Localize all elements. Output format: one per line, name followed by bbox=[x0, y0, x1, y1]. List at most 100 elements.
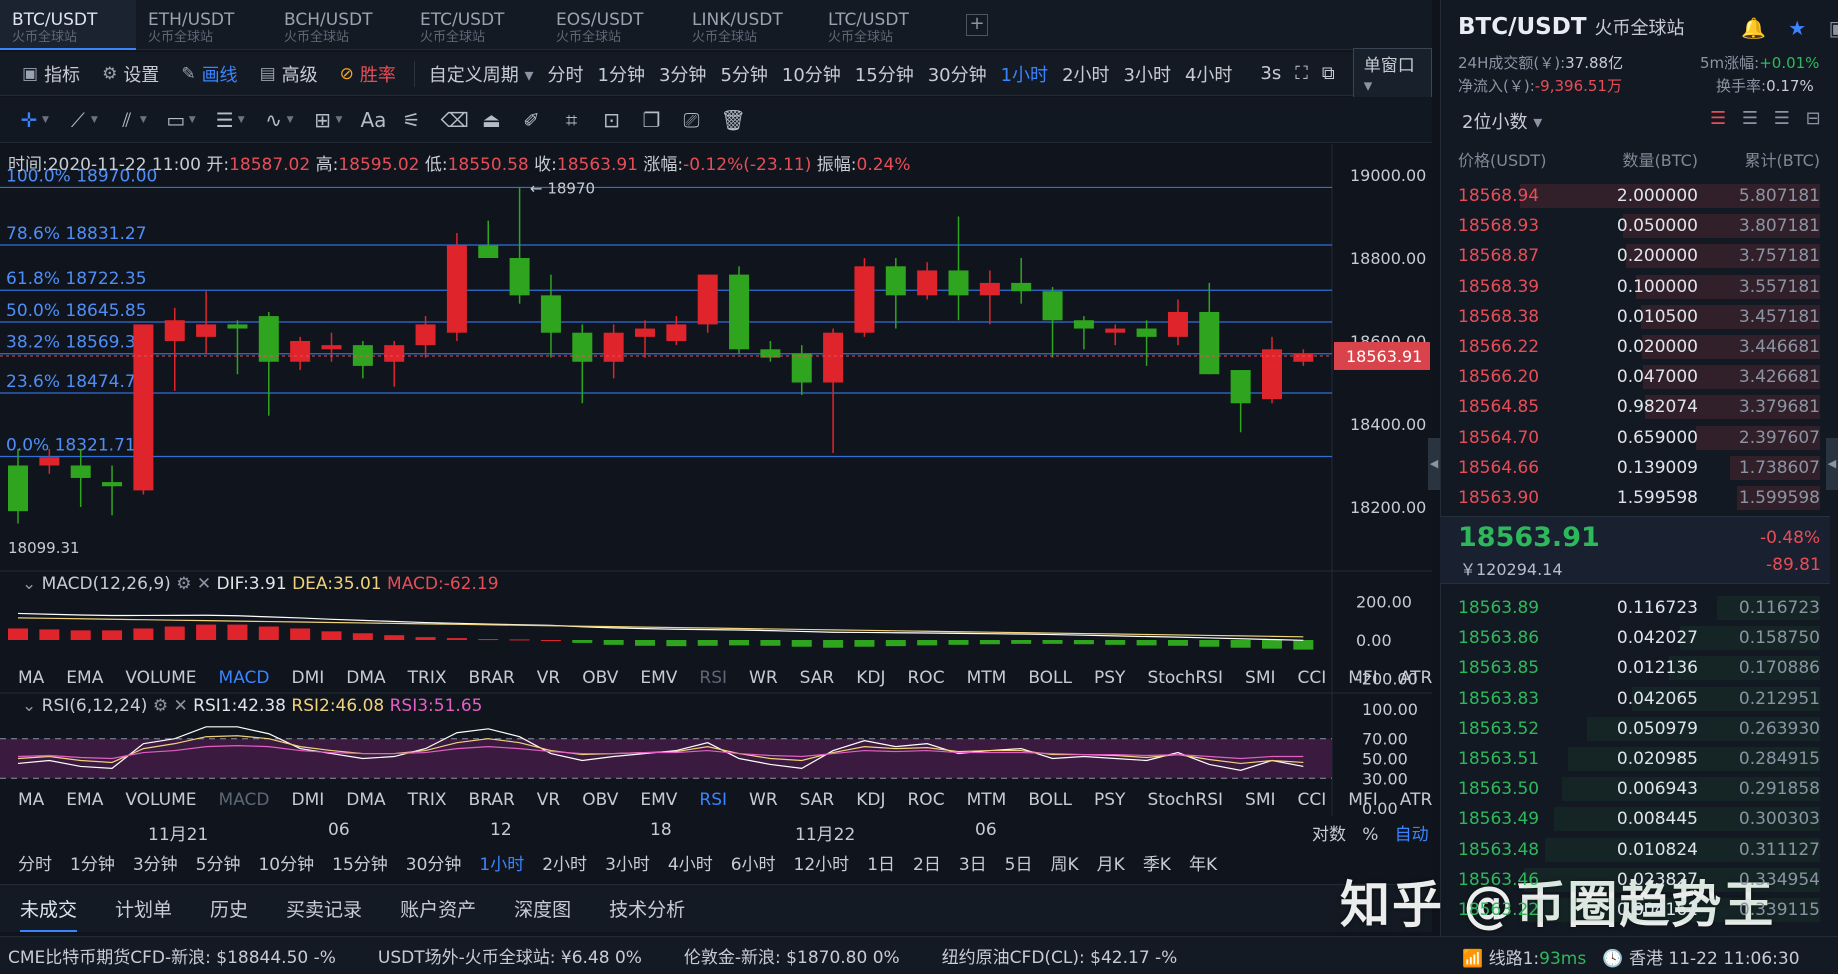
bottom-period-option[interactable]: 3日 bbox=[959, 850, 987, 875]
order-tab[interactable]: 历史 bbox=[210, 895, 248, 922]
indicator-tab[interactable]: SMI bbox=[1245, 790, 1275, 810]
indicator-tab[interactable]: MTM bbox=[967, 668, 1007, 688]
window-mode-select[interactable]: 单窗口 ▾ bbox=[1352, 48, 1432, 99]
period-option[interactable]: 1分钟 bbox=[598, 61, 645, 87]
chart-area[interactable]: 19000.00 18800.00 18600.00 18400.00 18200.00… bbox=[0, 144, 1432, 880]
auto-scale-toggle[interactable]: 自动 bbox=[1395, 825, 1429, 845]
orderbook-row[interactable]: 18568.87 0.200000 3.757181 bbox=[1458, 241, 1820, 271]
ticker-item[interactable]: CME比特币期货CFD-新浪: $18844.50 -% bbox=[8, 943, 336, 968]
period-option[interactable]: 10分钟 bbox=[782, 61, 841, 87]
indicator-tab[interactable]: SAR bbox=[800, 668, 835, 688]
lock-icon[interactable]: ⊡ bbox=[600, 108, 622, 132]
indicator-tab[interactable]: BRAR bbox=[469, 790, 515, 810]
order-tab[interactable]: 未成交 bbox=[20, 895, 78, 932]
indicator-tab[interactable]: SMI bbox=[1245, 668, 1275, 688]
text-tool-icon[interactable]: Aa bbox=[360, 108, 386, 132]
indicator-tab[interactable]: EMV bbox=[640, 668, 677, 688]
indicator-tab[interactable]: WR bbox=[749, 790, 778, 810]
refresh-interval[interactable]: 3s bbox=[1260, 63, 1281, 84]
order-tab[interactable]: 账户资产 bbox=[400, 895, 476, 922]
indicator-tab[interactable]: KDJ bbox=[856, 668, 885, 688]
indicator-tab[interactable]: SAR bbox=[800, 790, 835, 810]
indicator-tab[interactable]: DMI bbox=[292, 668, 325, 688]
orderbook-both-icon[interactable]: ☰ bbox=[1710, 108, 1726, 129]
bottom-period-option[interactable]: 6小时 bbox=[731, 850, 776, 875]
orderbook-row[interactable]: 18568.39 0.100000 3.557181 bbox=[1458, 272, 1820, 302]
orderbook-row[interactable]: 18566.20 0.047000 3.426681 bbox=[1458, 362, 1820, 392]
orderbook-row[interactable]: 18564.85 0.982074 3.379681 bbox=[1458, 392, 1820, 422]
fullscreen-icon[interactable]: ⛶ bbox=[1295, 63, 1308, 84]
indicator-tab[interactable]: BOLL bbox=[1028, 790, 1072, 810]
rectangle-icon[interactable]: ▭ bbox=[165, 108, 187, 132]
pair-tab[interactable]: ETH/USDT 火币全球站 bbox=[136, 0, 272, 49]
indicator-tab[interactable]: DMA bbox=[346, 668, 385, 688]
star-icon[interactable]: ★ bbox=[1788, 16, 1806, 40]
indicator-tab[interactable]: PSY bbox=[1094, 668, 1125, 688]
measure-icon[interactable]: ⊞ bbox=[312, 108, 334, 132]
period-option[interactable]: 4小时 bbox=[1185, 61, 1232, 87]
pair-tab[interactable]: LTC/USDT 火币全球站 bbox=[816, 0, 952, 49]
indicator-tab[interactable]: EMA bbox=[66, 790, 103, 810]
orderbook-row[interactable]: 18566.22 0.020000 3.446681 bbox=[1458, 332, 1820, 362]
detail-icon[interactable]: ▣ bbox=[1829, 16, 1838, 40]
trendline-icon[interactable]: ⟋ bbox=[67, 108, 89, 132]
indicator-tab[interactable]: ATR bbox=[1400, 668, 1433, 688]
bottom-period-option[interactable]: 分时 bbox=[18, 850, 52, 875]
orderbook-asks-icon[interactable]: ☰ bbox=[1774, 108, 1790, 129]
orderbook-row[interactable]: 18563.90 1.599598 1.599598 bbox=[1458, 483, 1820, 513]
ruler-icon[interactable]: ⌗ bbox=[560, 108, 582, 132]
indicator-tab[interactable]: OBV bbox=[582, 668, 618, 688]
indicator-tab[interactable]: RSI bbox=[699, 790, 727, 810]
log-scale-toggle[interactable]: 对数 bbox=[1312, 825, 1346, 845]
orderbook-row[interactable]: 18568.38 0.010500 3.457181 bbox=[1458, 302, 1820, 332]
indicator-tab[interactable]: PSY bbox=[1094, 790, 1125, 810]
indicator-tab[interactable]: StochRSI bbox=[1147, 790, 1223, 810]
percent-scale-toggle[interactable]: % bbox=[1362, 825, 1378, 845]
bottom-period-option[interactable]: 季K bbox=[1143, 850, 1171, 875]
bottom-period-option[interactable]: 1分钟 bbox=[70, 850, 115, 875]
pair-tab[interactable]: LINK/USDT 火币全球站 bbox=[680, 0, 816, 49]
indicator-tab[interactable]: BOLL bbox=[1028, 668, 1072, 688]
orderbook-row[interactable]: 18564.70 0.659000 2.397607 bbox=[1458, 423, 1820, 453]
collapse-icon[interactable]: ⌄ bbox=[22, 696, 36, 716]
indicator-tab[interactable]: CCI bbox=[1298, 790, 1327, 810]
collapse-right-icon[interactable]: ◀ bbox=[1826, 438, 1838, 490]
add-tab-icon[interactable]: + bbox=[966, 14, 988, 36]
indicator-tab[interactable]: CCI bbox=[1298, 668, 1327, 688]
indicator-tab[interactable]: ATR bbox=[1400, 790, 1433, 810]
period-option[interactable]: 30分钟 bbox=[928, 61, 987, 87]
indicator-tab[interactable]: DMI bbox=[292, 790, 325, 810]
custom-period-dropdown[interactable]: 自定义周期 ▾ bbox=[429, 61, 534, 87]
indicator-tab[interactable]: TRIX bbox=[408, 668, 447, 688]
bottom-period-option[interactable]: 15分钟 bbox=[332, 850, 388, 875]
indicator-tab[interactable]: ROC bbox=[908, 668, 945, 688]
crosshair-icon[interactable]: ✛ bbox=[18, 108, 40, 132]
pair-tab[interactable]: ETC/USDT 火币全球站 bbox=[408, 0, 544, 49]
orderbook-row[interactable]: 18563.49 0.008445 0.300303 bbox=[1458, 804, 1820, 834]
orderbook-settings-icon[interactable]: ⊟ bbox=[1806, 108, 1821, 129]
indicator-tab[interactable]: BRAR bbox=[469, 668, 515, 688]
fibonacci-icon[interactable]: ☰ bbox=[214, 108, 236, 132]
period-option[interactable]: 5分钟 bbox=[720, 61, 767, 87]
indicator-tab[interactable]: DMA bbox=[346, 790, 385, 810]
orderbook-row[interactable]: 18563.50 0.006943 0.291858 bbox=[1458, 774, 1820, 804]
orderbook-row[interactable]: 18563.52 0.050979 0.263930 bbox=[1458, 714, 1820, 744]
period-option[interactable]: 15分钟 bbox=[855, 61, 914, 87]
bottom-period-option[interactable]: 年K bbox=[1189, 850, 1217, 875]
settings-button[interactable]: ⚙ 设置 bbox=[102, 61, 159, 87]
orderbook-row[interactable]: 18563.48 0.010824 0.311127 bbox=[1458, 835, 1820, 865]
indicator-tab[interactable]: KDJ bbox=[856, 790, 885, 810]
orderbook-row[interactable]: 18563.89 0.116723 0.116723 bbox=[1458, 593, 1820, 623]
bottom-period-option[interactable]: 1日 bbox=[867, 850, 895, 875]
magnet-icon[interactable]: ⚟ bbox=[400, 108, 422, 132]
tag-icon[interactable]: ⏏ bbox=[480, 108, 502, 132]
close-icon[interactable]: ✕ bbox=[174, 696, 188, 716]
bottom-period-option[interactable]: 月K bbox=[1097, 850, 1125, 875]
pair-tab[interactable]: BCH/USDT 火币全球站 bbox=[272, 0, 408, 49]
orderbook-row[interactable]: 18564.66 0.139009 1.738607 bbox=[1458, 453, 1820, 483]
bottom-period-option[interactable]: 5分钟 bbox=[196, 850, 241, 875]
orderbook-row[interactable]: 18568.94 2.000000 5.807181 bbox=[1458, 181, 1820, 211]
draw-button[interactable]: ✎ 画线 bbox=[181, 61, 237, 87]
precision-dropdown[interactable]: 2位小数 ▾ bbox=[1462, 108, 1542, 134]
bottom-period-option[interactable]: 4小时 bbox=[668, 850, 713, 875]
